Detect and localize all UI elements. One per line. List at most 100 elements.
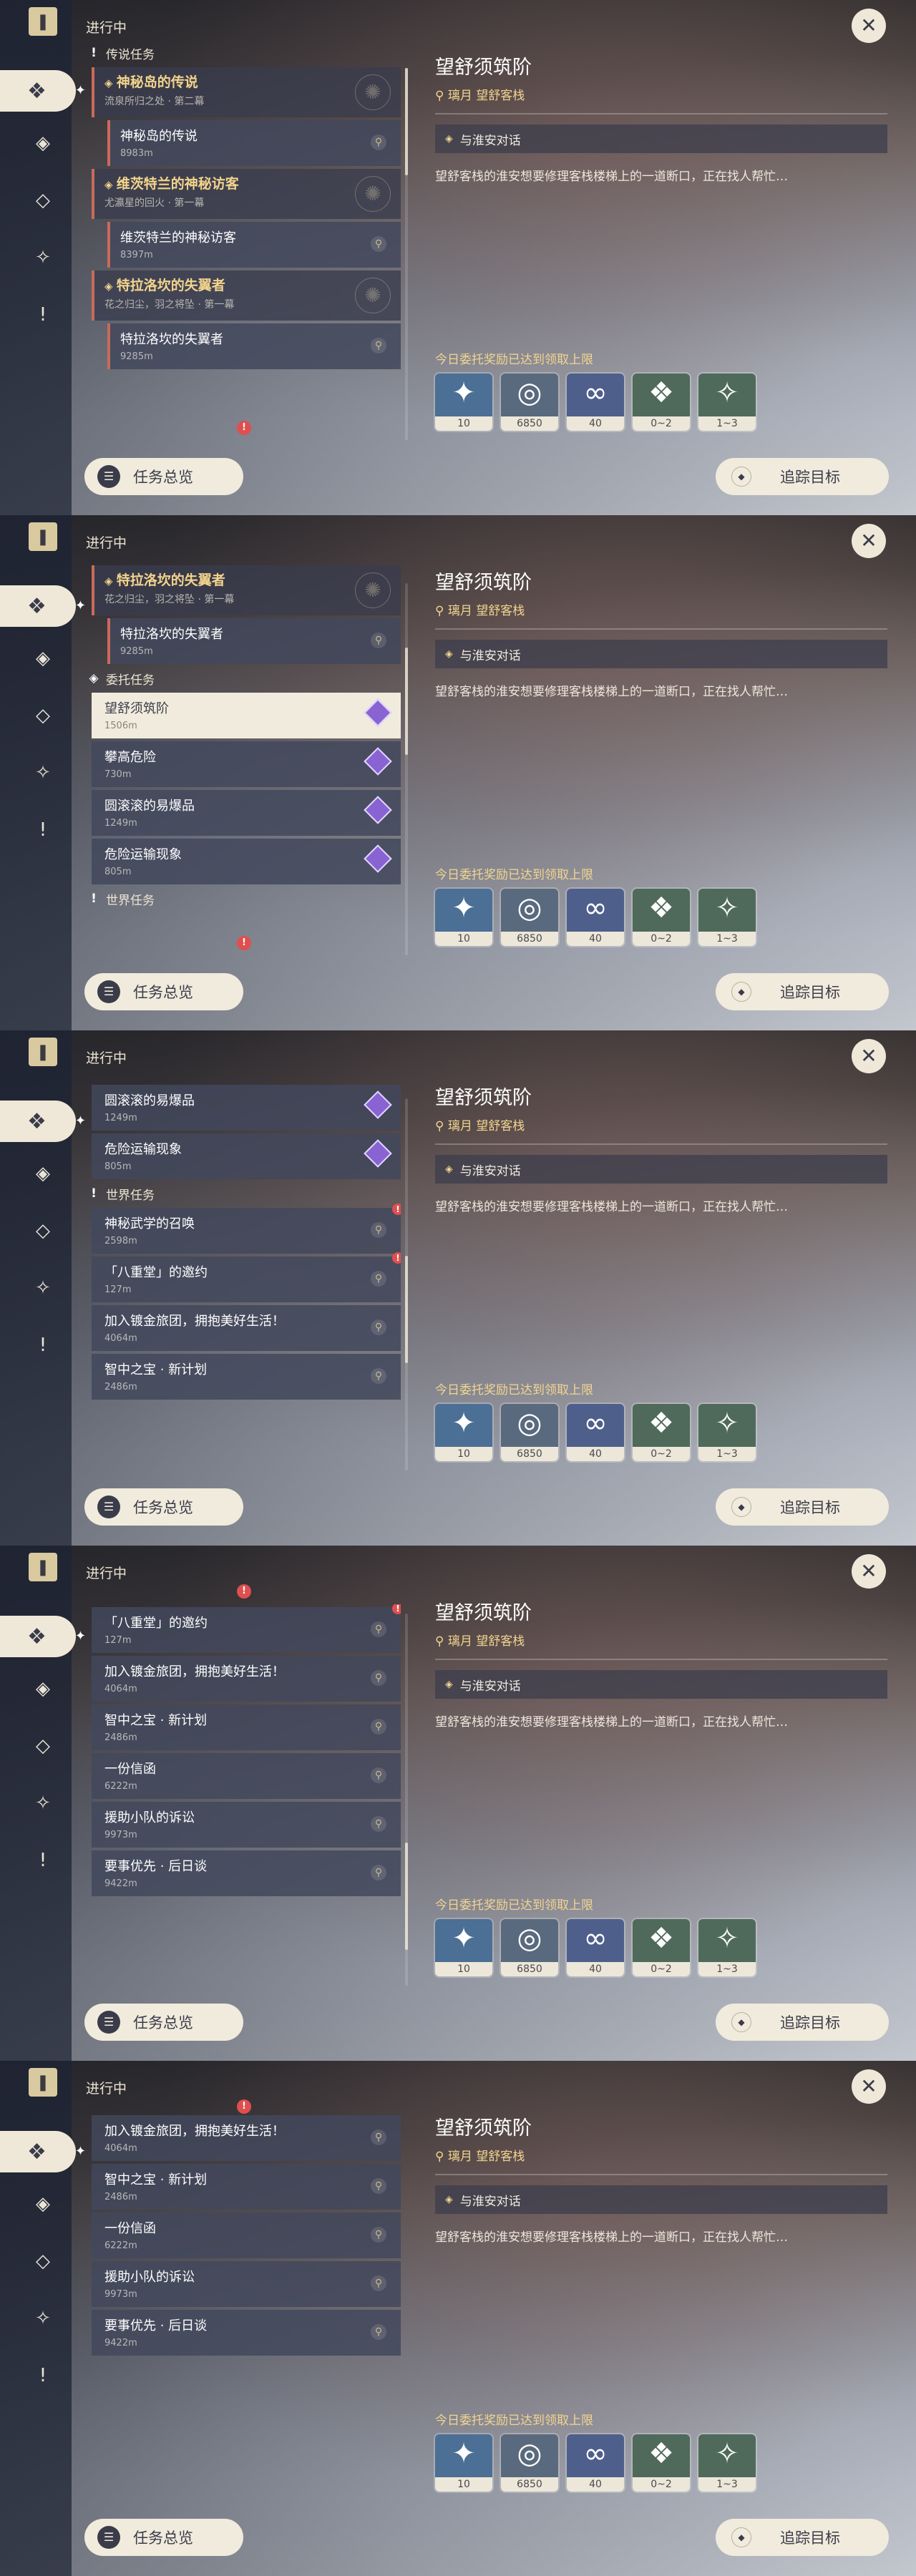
quest-list[interactable]: 特拉洛坎的失翼者 花之归尘，羽之将坠 · 第一幕 ✺ 特拉洛坎的失翼者 9285…: [86, 562, 401, 956]
quest-book-icon[interactable]: ❚: [29, 1553, 57, 1581]
list-item[interactable]: 神秘武学的召唤 2598m ⚲ !: [92, 1204, 401, 1254]
reward-crystal[interactable]: ❖ 0~2: [633, 1919, 690, 1976]
quest-overview-button[interactable]: ☰ 任务总览: [84, 1488, 243, 1526]
commission-diamond-icon[interactable]: ◇: [27, 1215, 59, 1246]
map-pin-icon[interactable]: ⚲: [371, 1222, 386, 1238]
list-item[interactable]: 维茨特兰的神秘访客 8397m ⚲: [107, 222, 401, 268]
quest-overview-button[interactable]: ☰ 任务总览: [84, 973, 243, 1010]
close-button[interactable]: ✕: [852, 1554, 886, 1589]
reward-crystal[interactable]: ❖ 0~2: [633, 374, 690, 431]
list-item[interactable]: 要事优先 · 后日谈 9422m ⚲: [92, 1850, 401, 1896]
scroll-thumb[interactable]: [405, 648, 408, 755]
list-item[interactable]: 圆滚滚的易爆品 1249m: [92, 1085, 401, 1131]
target-icon[interactable]: ✧: [27, 1272, 59, 1304]
map-pin-icon[interactable]: ⚲: [371, 1767, 386, 1783]
list-item[interactable]: 攀高危险 730m: [92, 741, 401, 787]
chapter-header[interactable]: 维茨特兰的神秘访客 尤瀛星的回火 · 第一幕 ✺: [92, 169, 401, 219]
reward-mora[interactable]: ◎ 6850: [501, 1919, 558, 1976]
map-pin-icon[interactable]: ⚲: [371, 236, 386, 252]
exclamation-icon[interactable]: !: [27, 1845, 59, 1876]
compass-icon[interactable]: ◈: [27, 127, 59, 159]
map-pin-icon[interactable]: ⚲: [371, 1271, 386, 1287]
reward-crystal[interactable]: ❖ 0~2: [633, 2434, 690, 2492]
exclamation-icon[interactable]: !: [27, 2360, 59, 2391]
reward-ore[interactable]: ✧ 1~3: [698, 1404, 756, 1461]
target-icon[interactable]: ✧: [27, 1787, 59, 1819]
reward-mora[interactable]: ◎ 6850: [501, 1404, 558, 1461]
reward-adventure-exp[interactable]: ✦ 10: [435, 1404, 492, 1461]
map-pin-icon[interactable]: ⚲: [371, 1621, 386, 1637]
list-item[interactable]: 加入镀金旅团，拥抱美好生活！ 4064m ⚲: [92, 2115, 401, 2161]
reward-companionship[interactable]: ∞ 40: [567, 889, 624, 946]
commission-diamond-icon[interactable]: ◇: [27, 1730, 59, 1762]
map-pin-icon[interactable]: ⚲: [371, 1319, 386, 1335]
reward-adventure-exp[interactable]: ✦ 10: [435, 889, 492, 946]
scrollbar[interactable]: [405, 1098, 408, 1470]
scroll-thumb[interactable]: [405, 1256, 408, 1363]
map-pin-icon[interactable]: ⚲: [371, 2275, 386, 2291]
quest-list[interactable]: 圆滚滚的易爆品 1249m 危险运输现象 805m ! 世界任务 神秘武学的召唤 …: [86, 1082, 401, 1475]
reward-companionship[interactable]: ∞ 40: [567, 2434, 624, 2492]
reward-mora[interactable]: ◎ 6850: [501, 889, 558, 946]
commission-diamond-icon[interactable]: ◇: [27, 185, 59, 216]
quest-book-icon[interactable]: ❚: [29, 1038, 57, 1066]
map-pin-icon[interactable]: ⚲: [371, 2129, 386, 2145]
compass-icon[interactable]: ◈: [27, 1158, 59, 1189]
target-icon[interactable]: ✧: [27, 2303, 59, 2334]
exclamation-icon[interactable]: !: [27, 814, 59, 846]
map-pin-icon[interactable]: ⚲: [371, 2324, 386, 2340]
scrollbar[interactable]: [405, 1614, 408, 1986]
reward-companionship[interactable]: ∞ 40: [567, 1919, 624, 1976]
reward-mora[interactable]: ◎ 6850: [501, 374, 558, 431]
close-button[interactable]: ✕: [852, 2069, 886, 2104]
reward-ore[interactable]: ✧ 1~3: [698, 1919, 756, 1976]
scroll-thumb[interactable]: [405, 1843, 408, 1950]
list-item[interactable]: 特拉洛坎的失翼者 9285m ⚲: [107, 618, 401, 664]
tab-all-quests[interactable]: ❖ ✦: [0, 1101, 86, 1142]
reward-adventure-exp[interactable]: ✦ 10: [435, 2434, 492, 2492]
map-pin-icon[interactable]: ⚲: [371, 338, 386, 353]
list-item[interactable]: 圆滚滚的易爆品 1249m: [92, 790, 401, 836]
map-pin-icon[interactable]: ⚲: [371, 633, 386, 648]
track-target-button[interactable]: ◆ 追踪目标: [716, 458, 889, 495]
close-button[interactable]: ✕: [852, 9, 886, 43]
quest-list[interactable]: 「八重堂」的邀约 127m ⚲ ! 加入镀金旅团，拥抱美好生活！ 4064m ⚲…: [86, 1604, 401, 1998]
list-item[interactable]: 一份信函 6222m ⚲: [92, 2212, 401, 2258]
target-icon[interactable]: ✧: [27, 757, 59, 789]
list-item[interactable]: 危险运输现象 805m: [92, 1133, 401, 1179]
map-pin-icon[interactable]: ⚲: [371, 135, 386, 150]
reward-mora[interactable]: ◎ 6850: [501, 2434, 558, 2492]
commission-diamond-icon[interactable]: ◇: [27, 2245, 59, 2277]
list-item-selected[interactable]: 望舒须筑阶 1506m: [92, 693, 401, 738]
compass-icon[interactable]: ◈: [27, 643, 59, 674]
list-item[interactable]: 智中之宝 · 新计划 2486m ⚲: [92, 1354, 401, 1400]
quest-list[interactable]: !传说任务 神秘岛的传说 流泉所归之处 · 第二幕 ✺ 神秘岛的传说 8983m…: [86, 42, 401, 435]
tab-all-quests[interactable]: ❖ ✦: [0, 2131, 86, 2172]
list-item[interactable]: 「八重堂」的邀约 127m ⚲ !: [92, 1252, 401, 1302]
map-pin-icon[interactable]: ⚲: [371, 1670, 386, 1686]
list-item[interactable]: 特拉洛坎的失翼者 9285m ⚲: [107, 323, 401, 369]
scrollbar[interactable]: [405, 68, 408, 440]
reward-adventure-exp[interactable]: ✦ 10: [435, 1919, 492, 1976]
exclamation-icon[interactable]: !: [27, 1330, 59, 1361]
close-button[interactable]: ✕: [852, 524, 886, 558]
quest-overview-button[interactable]: ☰ 任务总览: [84, 458, 243, 495]
map-pin-icon[interactable]: ⚲: [371, 1816, 386, 1832]
scroll-thumb[interactable]: [405, 68, 408, 175]
reward-crystal[interactable]: ❖ 0~2: [633, 1404, 690, 1461]
compass-icon[interactable]: ◈: [27, 2188, 59, 2220]
quest-overview-button[interactable]: ☰ 任务总览: [84, 2004, 243, 2041]
exclamation-icon[interactable]: !: [27, 299, 59, 331]
quest-overview-button[interactable]: ☰ 任务总览: [84, 2519, 243, 2556]
target-icon[interactable]: ✧: [27, 242, 59, 273]
map-pin-icon[interactable]: ⚲: [371, 1865, 386, 1880]
reward-ore[interactable]: ✧ 1~3: [698, 889, 756, 946]
chapter-header[interactable]: 特拉洛坎的失翼者 花之归尘，羽之将坠 · 第一幕 ✺: [92, 565, 401, 615]
list-item[interactable]: 危险运输现象 805m: [92, 839, 401, 884]
list-item[interactable]: 一份信函 6222m ⚲: [92, 1753, 401, 1799]
commission-diamond-icon[interactable]: ◇: [27, 700, 59, 731]
reward-companionship[interactable]: ∞ 40: [567, 374, 624, 431]
list-item[interactable]: 加入镀金旅团，拥抱美好生活！ 4064m ⚲: [92, 1305, 401, 1351]
chapter-header[interactable]: 特拉洛坎的失翼者 花之归尘，羽之将坠 · 第一幕 ✺: [92, 270, 401, 321]
track-target-button[interactable]: ◆ 追踪目标: [716, 2004, 889, 2041]
